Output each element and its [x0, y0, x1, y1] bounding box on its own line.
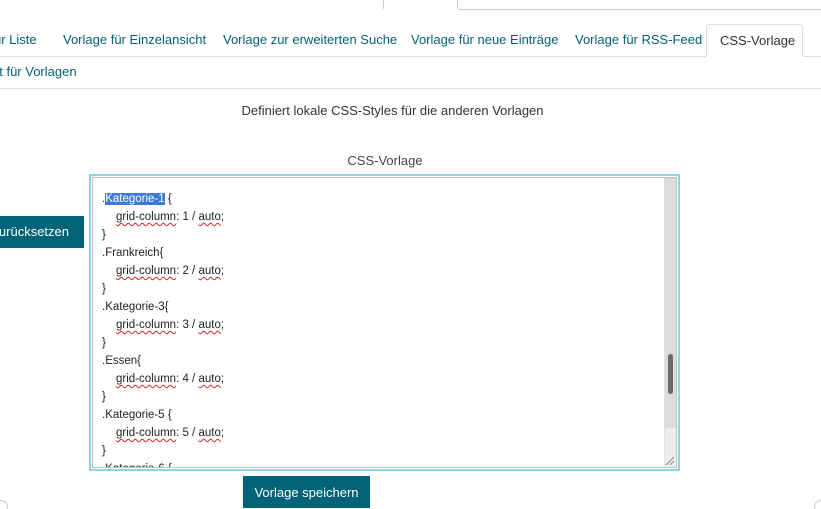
tabs-divider-right	[803, 56, 821, 57]
code-line: }	[102, 391, 106, 403]
code-line: grid-column: 4 / auto;	[116, 373, 225, 385]
tab-css-template[interactable]: CSS-Vorlage	[706, 24, 803, 56]
scrollbar-thumb[interactable]	[668, 354, 673, 394]
spellcheck-word: auto	[198, 373, 221, 385]
code-line: grid-column: 5 / auto;	[116, 427, 225, 439]
code-line: }	[102, 445, 106, 457]
corner-decoration-left	[0, 500, 8, 509]
code-line: }	[102, 229, 106, 241]
tab-list-template[interactable]: ür Liste	[0, 24, 37, 56]
top-input-field[interactable]	[457, 0, 821, 10]
resize-handle-icon[interactable]	[664, 455, 674, 465]
tab-new-entries-template[interactable]: Vorlage für neue Einträge	[411, 24, 558, 56]
spellcheck-word: auto	[198, 319, 221, 331]
template-description: Definiert lokale CSS-Styles für die ande…	[241, 103, 544, 118]
tab-rss-template[interactable]: Vorlage für RSS-Feed	[575, 24, 702, 56]
spellcheck-word: grid-column	[116, 265, 177, 277]
tabs-bottom-divider	[0, 88, 821, 89]
code-line: grid-column: 2 / auto;	[116, 265, 225, 277]
code-line: .Kategorie-5 {	[102, 409, 172, 421]
code-line: .Essen{	[102, 355, 141, 367]
page: ür Liste Vorlage für Einzelansicht Vorla…	[0, 0, 821, 509]
code-line: }	[102, 283, 106, 295]
css-code[interactable]: .Kategorie-1 { grid-column: 1 / auto;} .Fr…	[102, 190, 662, 467]
selected-text: Kategorie-1	[105, 193, 165, 205]
reset-button[interactable]: zurücksetzen	[0, 216, 84, 248]
spellcheck-word: grid-column	[116, 319, 177, 331]
spellcheck-word: grid-column	[116, 427, 177, 439]
textarea-inner: .Kategorie-1 { grid-column: 1 / auto;} .Fr…	[92, 177, 677, 468]
textarea-scrollbar[interactable]	[664, 178, 676, 467]
code-line: .Kategorie-6 {	[102, 460, 662, 467]
css-template-textarea[interactable]: .Kategorie-1 { grid-column: 1 / auto;} .Fr…	[89, 174, 680, 471]
tab-single-view-template[interactable]: Vorlage für Einzelansicht	[63, 24, 206, 56]
tabs-divider	[0, 56, 706, 57]
spellcheck-word: auto	[198, 427, 221, 439]
code-line: .Kategorie-3{	[102, 301, 169, 313]
spellcheck-word: auto	[198, 265, 221, 277]
save-template-button[interactable]: Vorlage speichern	[243, 476, 370, 508]
tab-advanced-search-template[interactable]: Vorlage zur erweiterten Suche	[223, 24, 397, 56]
spellcheck-word: grid-column	[116, 373, 177, 385]
tab-templates-help[interactable]: ot für Vorlagen	[0, 57, 77, 87]
code-line: grid-column: 3 / auto;	[116, 319, 225, 331]
corner-decoration-right	[814, 500, 821, 509]
spellcheck-word: auto	[198, 211, 221, 223]
code-line: }	[102, 337, 106, 349]
code-line: .Kategorie-1 {	[102, 193, 172, 205]
spellcheck-word: grid-column	[116, 211, 177, 223]
top-panel-edge	[383, 0, 458, 9]
code-line: grid-column: 1 / auto;	[116, 211, 225, 223]
code-line: .Frankreich{	[102, 247, 164, 259]
css-template-label: CSS-Vorlage	[347, 153, 423, 168]
